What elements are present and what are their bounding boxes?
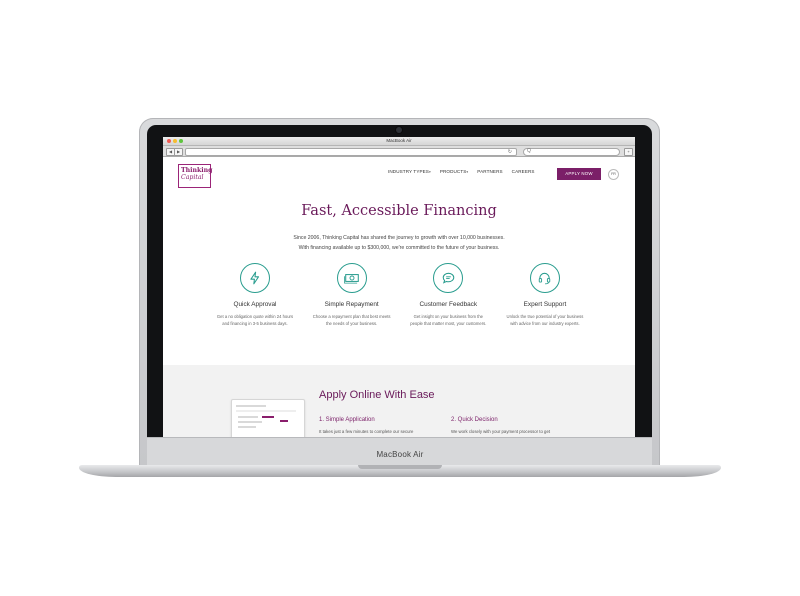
feature-desc: Choose a repayment plan that best meets … (312, 314, 391, 326)
money-icon (336, 263, 367, 293)
feature-title: Quick Approval (233, 301, 277, 308)
logo-line-2: Capital (181, 174, 204, 181)
hero-line-1: Since 2006, Thinking Capital has shared … (293, 235, 505, 241)
feature-desc: Get a no obligation quote within 24 hour… (216, 314, 294, 326)
chat-icon (433, 263, 464, 293)
address-bar[interactable]: ↻ (185, 148, 517, 156)
feature-expert-support: Expert Support Unlock the true potential… (505, 263, 585, 327)
step-1-title: 1. Simple Application (319, 417, 375, 423)
thinking-capital-logo[interactable]: Thinking Capital (178, 164, 213, 188)
feature-customer-feedback: Customer Feedback Get insight on your bu… (408, 263, 488, 327)
chevron-down-icon: ▾ (466, 170, 469, 174)
features-row: Quick Approval Get a no obligation quote… (215, 263, 585, 327)
search-icon: Q (527, 148, 531, 154)
nav-item-partners[interactable]: PARTNERS (477, 169, 502, 174)
feature-simple-repayment: Simple Repayment Choose a repayment plan… (312, 263, 392, 327)
lightning-icon (240, 263, 270, 293)
feature-desc: Get insight on your business from the pe… (410, 314, 487, 326)
feature-desc: Unlock the true potential of your busine… (506, 314, 584, 326)
hero-subtitle: Since 2006, Thinking Capital has shared … (163, 233, 635, 253)
hero-line-2: With financing available up to $300,000,… (298, 245, 500, 251)
application-screenshot (231, 399, 305, 437)
browser-screen: MacBook Air ◀ ▶ ↻ Q + Thinking Capital I… (163, 137, 635, 437)
nav-item-products[interactable]: PRODUCTS▾ (440, 169, 468, 174)
forward-button[interactable]: ▶ (174, 148, 183, 156)
nav-item-careers[interactable]: CAREERS (512, 169, 535, 174)
window-title: MacBook Air (386, 138, 412, 143)
feature-title: Customer Feedback (419, 301, 478, 308)
logo-line-1: Thinking (181, 167, 213, 174)
window-titlebar: MacBook Air (163, 137, 635, 146)
laptop-opening-notch (358, 465, 442, 469)
apply-section-title: Apply Online With Ease (319, 389, 435, 401)
nav-item-industry-types[interactable]: INDUSTRY TYPES▾ (388, 169, 431, 174)
step-2-desc: We work closely with your payment proces… (451, 429, 551, 434)
apply-now-button[interactable]: APPLY NOW (557, 168, 601, 180)
browser-toolbar: ◀ ▶ ↻ Q + (163, 146, 635, 157)
feature-quick-approval: Quick Approval Get a no obligation quote… (215, 263, 295, 327)
hero-title: Fast, Accessible Financing (301, 203, 497, 219)
laptop-model-label: MacBook Air (376, 450, 424, 459)
feature-title: Expert Support (523, 301, 567, 308)
nav-label: PRODUCTS (439, 169, 467, 174)
main-nav: INDUSTRY TYPES▾ PRODUCTS▾ PARTNERS CAREE… (388, 169, 535, 174)
reload-icon[interactable]: ↻ (508, 149, 512, 155)
chevron-down-icon: ▾ (428, 170, 431, 174)
new-tab-button[interactable]: + (624, 148, 633, 156)
step-2-title: 2. Quick Decision (451, 417, 498, 423)
language-toggle[interactable]: FR (608, 169, 619, 180)
feature-title: Simple Repayment (324, 301, 379, 308)
headset-icon (529, 263, 560, 293)
search-field[interactable]: Q (523, 148, 620, 156)
nav-label: INDUSTRY TYPES (388, 169, 429, 174)
camera-icon (396, 127, 402, 133)
step-1-desc: It takes just a few minutes to complete … (319, 429, 414, 434)
